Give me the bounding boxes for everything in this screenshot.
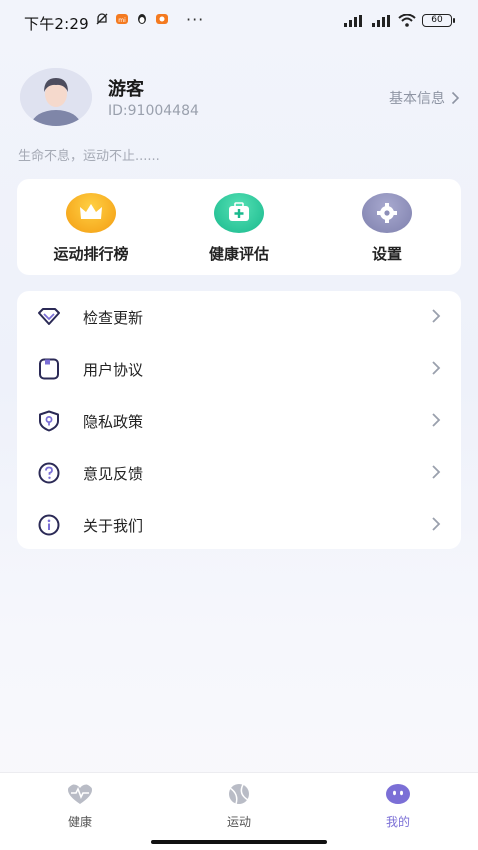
ball-icon (229, 784, 249, 805)
gear-icon (362, 193, 412, 233)
shield-icon (39, 410, 59, 432)
menu-label: 检查更新 (83, 309, 144, 327)
document-icon (39, 358, 59, 380)
face-icon (386, 784, 410, 804)
username: 游客 (108, 79, 144, 100)
bell-muted-icon (96, 13, 108, 25)
chevron-right-icon (432, 517, 441, 531)
user-id: ID:91004484 (108, 103, 199, 119)
notification-icons: mi (95, 12, 169, 26)
health-assessment-button[interactable]: 健康评估 (179, 193, 299, 264)
menu-item-privacy-policy[interactable]: 隐私政策 (17, 395, 461, 447)
chevron-right-icon (451, 91, 460, 105)
mi-app-icon: mi (116, 14, 128, 24)
settings-label: 设置 (371, 245, 402, 263)
status-bar: 下午2:29 mi ··· 60 (0, 0, 478, 44)
tab-sport[interactable]: 运动 (199, 783, 279, 830)
svg-text:mi: mi (118, 17, 126, 24)
motto-text: 生命不息，运动不止...... (18, 149, 160, 164)
tab-health[interactable]: 健康 (40, 783, 120, 830)
menu-label: 隐私政策 (83, 413, 144, 431)
home-indicator (151, 840, 327, 844)
chevron-right-icon (432, 361, 441, 375)
battery-indicator: 60 (422, 14, 455, 27)
menu-label: 用户协议 (83, 361, 144, 379)
question-icon (38, 462, 60, 484)
status-time: 下午2:29 (24, 15, 89, 33)
menu-list: 检查更新 用户协议 隐私政策 意见反馈 关于我们 (17, 291, 461, 549)
signal-icon-2 (372, 14, 390, 27)
basic-info-label: 基本信息 (389, 91, 445, 107)
info-icon (38, 514, 60, 536)
default-avatar-icon (20, 68, 92, 126)
quick-actions-card: 运动排行榜 健康评估 设置 (17, 179, 461, 275)
profile-header[interactable]: 游客 ID:91004484 基本信息 (20, 68, 460, 128)
avatar[interactable] (20, 68, 92, 126)
health-assessment-label: 健康评估 (208, 245, 269, 263)
tab-label: 我的 (385, 815, 410, 829)
ranking-button[interactable]: 运动排行榜 (31, 193, 151, 264)
signal-icon (344, 14, 362, 27)
menu-label: 关于我们 (83, 517, 144, 535)
menu-item-feedback[interactable]: 意见反馈 (17, 447, 461, 499)
more-dots-icon: ··· (186, 10, 205, 29)
chevron-right-icon (432, 465, 441, 479)
basic-info-link[interactable]: 基本信息 (389, 88, 460, 108)
medical-kit-icon (214, 193, 264, 233)
menu-item-user-agreement[interactable]: 用户协议 (17, 343, 461, 395)
tab-label: 运动 (226, 815, 251, 829)
tab-mine[interactable]: 我的 (358, 783, 438, 830)
settings-button[interactable]: 设置 (327, 193, 447, 264)
heart-pulse-icon (68, 784, 92, 804)
chevron-right-icon (432, 413, 441, 427)
menu-item-check-update[interactable]: 检查更新 (17, 291, 461, 343)
ranking-label: 运动排行榜 (53, 245, 129, 263)
system-indicators: 60 (342, 14, 455, 27)
penguin-icon (138, 14, 146, 24)
crown-icon (66, 193, 116, 233)
menu-label: 意见反馈 (83, 465, 144, 483)
wifi-icon (398, 14, 416, 27)
menu-item-about-us[interactable]: 关于我们 (17, 499, 461, 551)
app-badge-icon (156, 14, 168, 24)
chevron-right-icon (432, 309, 441, 323)
diamond-icon (38, 308, 60, 325)
bottom-tab-bar: 健康 运动 我的 (0, 772, 478, 850)
tab-label: 健康 (67, 815, 92, 829)
